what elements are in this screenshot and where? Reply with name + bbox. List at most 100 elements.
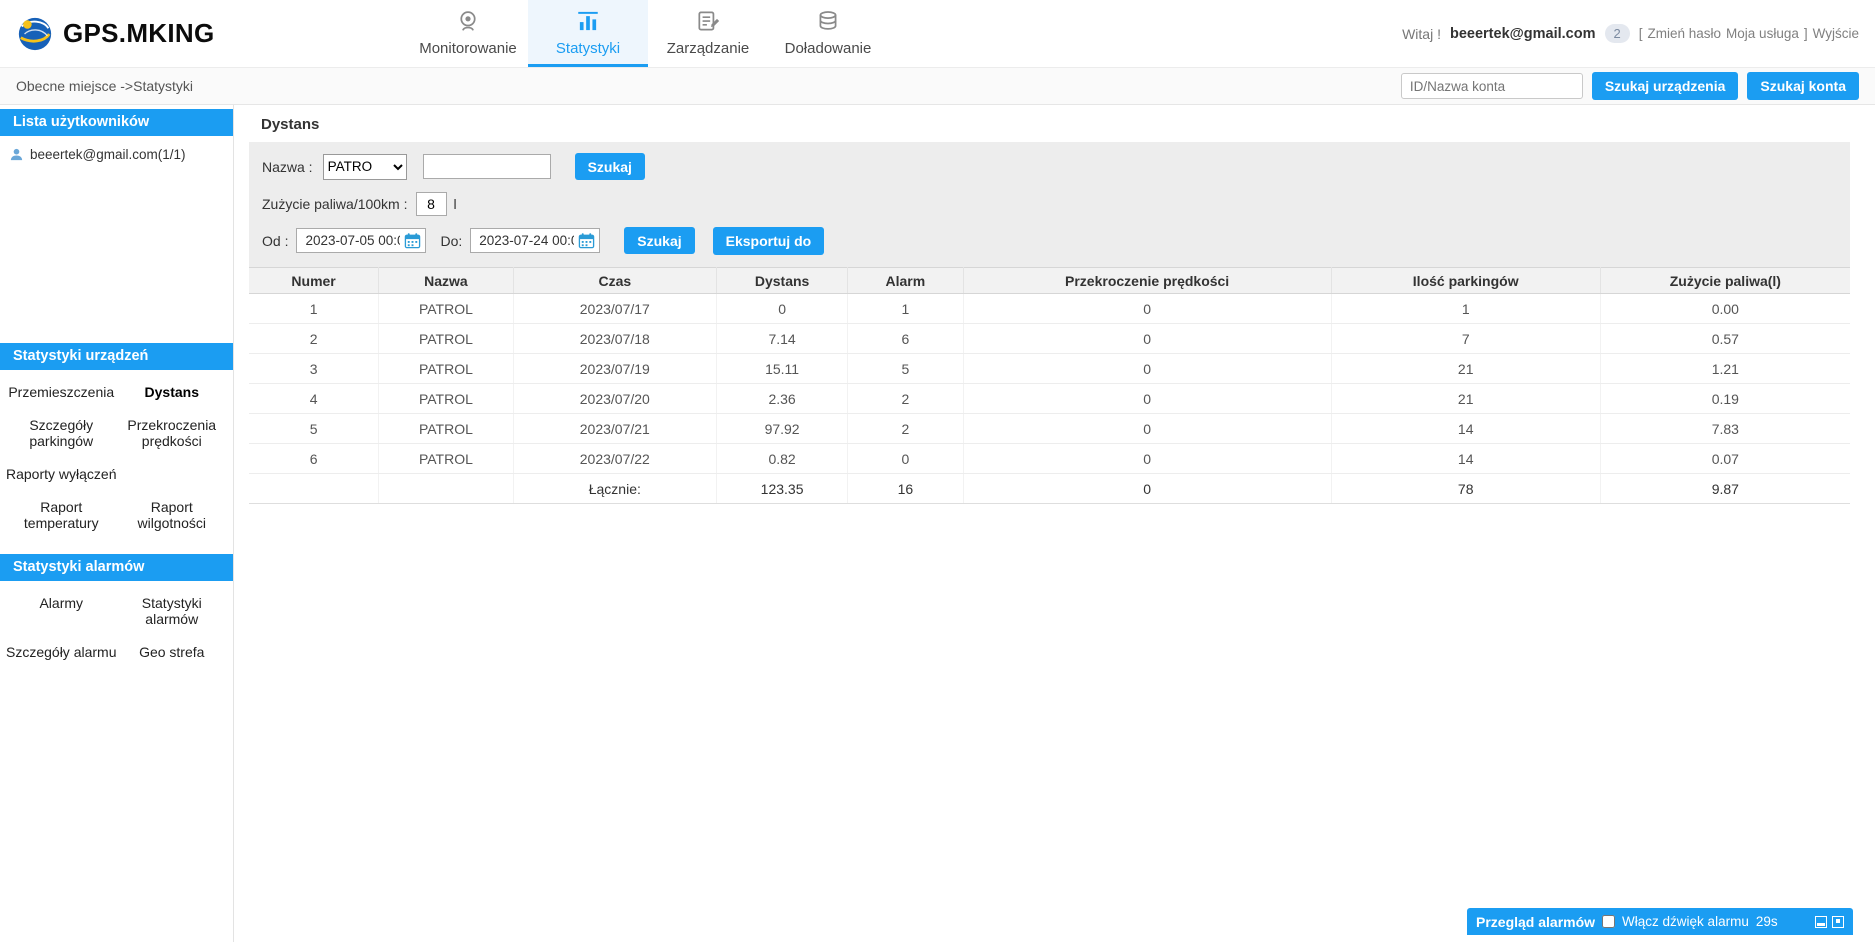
table-cell: 7.14 bbox=[716, 324, 847, 354]
table-total-row: Łącznie: 123.35 16 0 78 9.87 bbox=[249, 474, 1850, 504]
to-date-wrap bbox=[470, 228, 600, 253]
table-cell: 97.92 bbox=[716, 414, 847, 444]
table-cell: 4 bbox=[249, 384, 379, 414]
table-cell: 2023/07/18 bbox=[513, 324, 716, 354]
users-section-header: Lista użytkowników bbox=[0, 109, 233, 136]
table-cell: 21 bbox=[1331, 384, 1600, 414]
bracket-close: ] bbox=[1804, 26, 1808, 41]
table-cell: PATROL bbox=[379, 384, 513, 414]
date-search-button[interactable]: Szukaj bbox=[624, 227, 694, 254]
alarm-stats-section-header: Statystyki alarmów bbox=[0, 554, 233, 581]
sidebar-item-alarmy[interactable]: Alarmy bbox=[6, 595, 117, 627]
account-search-input[interactable] bbox=[1401, 73, 1583, 99]
sidebar-item-przemieszczenia[interactable]: Przemieszczenia bbox=[6, 384, 117, 400]
tab-monitorowanie[interactable]: Monitorowanie bbox=[408, 0, 528, 67]
total-label: Łącznie: bbox=[513, 474, 716, 504]
export-button[interactable]: Eksportuj do bbox=[713, 227, 825, 255]
fuel-consumption-input[interactable] bbox=[416, 192, 447, 216]
name-label: Nazwa : bbox=[262, 159, 313, 175]
fuel-label: Zużycie paliwa/100km : bbox=[262, 196, 408, 212]
user-list-item-label: beeertek@gmail.com(1/1) bbox=[30, 147, 186, 162]
table-cell: PATROL bbox=[379, 444, 513, 474]
table-cell: 21 bbox=[1331, 354, 1600, 384]
management-icon bbox=[695, 8, 721, 34]
table-cell: 2.36 bbox=[716, 384, 847, 414]
logout-link[interactable]: Wyjście bbox=[1813, 26, 1859, 41]
message-count-badge[interactable]: 2 bbox=[1605, 24, 1630, 43]
sidebar-item-raport-temperatury[interactable]: Raport temperatury bbox=[6, 499, 117, 531]
sidebar-item-raporty-wylaczen[interactable]: Raporty wyłączeń bbox=[6, 466, 117, 482]
calendar-icon[interactable] bbox=[578, 232, 595, 249]
distance-table: Numer Nazwa Czas Dystans Alarm Przekrocz… bbox=[249, 267, 1850, 504]
table-cell: 5 bbox=[249, 414, 379, 444]
table-cell: 2023/07/21 bbox=[513, 414, 716, 444]
table-cell: 0.00 bbox=[1600, 294, 1850, 324]
table-cell: 2023/07/20 bbox=[513, 384, 716, 414]
filter-panel: Nazwa : PATRO Szukaj Zużycie paliwa/100k… bbox=[249, 142, 1850, 267]
table-cell: 0 bbox=[716, 294, 847, 324]
name-search-input[interactable] bbox=[423, 154, 551, 179]
minimize-icon[interactable] bbox=[1815, 916, 1827, 928]
sidebar-item-geo-strefa[interactable]: Geo strefa bbox=[117, 644, 228, 660]
tab-label: Zarządzanie bbox=[667, 40, 750, 57]
tab-doladowanie[interactable]: Doładowanie bbox=[768, 0, 888, 67]
alarm-sound-checkbox[interactable] bbox=[1602, 915, 1615, 928]
table-cell: 2023/07/19 bbox=[513, 354, 716, 384]
fuel-unit-label: l bbox=[454, 196, 457, 212]
sidebar: Lista użytkowników beeertek@gmail.com(1/… bbox=[0, 105, 234, 942]
table-cell: 1.21 bbox=[1600, 354, 1850, 384]
table-cell: PATROL bbox=[379, 354, 513, 384]
page: GPS.MKING Monitorowanie Statystyki bbox=[0, 0, 1875, 942]
table-cell: PATROL bbox=[379, 324, 513, 354]
table-cell: 2023/07/22 bbox=[513, 444, 716, 474]
alarm-bar: Przegląd alarmów Włącz dźwięk alarmu 29s bbox=[1467, 908, 1853, 935]
my-service-link[interactable]: Moja usługa bbox=[1726, 26, 1799, 41]
table-cell: 2023/07/17 bbox=[513, 294, 716, 324]
table-cell: 16 bbox=[848, 474, 963, 504]
table-cell: 0 bbox=[963, 324, 1331, 354]
alarm-bar-controls bbox=[1815, 916, 1844, 928]
user-email: beeertek@gmail.com bbox=[1450, 26, 1596, 42]
device-stats-nav: Przemieszczenia Dystans Szczegóły parkin… bbox=[0, 370, 233, 546]
column-header-czas: Czas bbox=[513, 268, 716, 294]
tab-label: Doładowanie bbox=[785, 40, 872, 57]
search-account-button[interactable]: Szukaj konta bbox=[1747, 72, 1859, 100]
table-cell: 7 bbox=[1331, 324, 1600, 354]
tab-zarzadzanie[interactable]: Zarządzanie bbox=[648, 0, 768, 67]
table-row: 6 PATROL 2023/07/22 0.82 0 0 14 0.07 bbox=[249, 444, 1850, 474]
table-cell: PATROL bbox=[379, 414, 513, 444]
sidebar-item-raport-wilgotnosci[interactable]: Raport wilgotności bbox=[117, 499, 228, 531]
from-label: Od : bbox=[262, 233, 288, 249]
table-cell: 5 bbox=[848, 354, 963, 384]
bracket-open: [ bbox=[1639, 26, 1643, 41]
alarm-review-link[interactable]: Przegląd alarmów bbox=[1476, 914, 1595, 930]
popup-icon[interactable] bbox=[1832, 916, 1844, 928]
sidebar-item-szczegoly-alarmu[interactable]: Szczegóły alarmu bbox=[6, 644, 117, 660]
table-cell bbox=[249, 474, 379, 504]
monitor-icon bbox=[455, 8, 481, 34]
change-password-link[interactable]: Zmień hasło bbox=[1648, 26, 1722, 41]
filter-row-dates: Od : bbox=[262, 222, 1850, 259]
account-search: Szukaj urządzenia Szukaj konta bbox=[1401, 72, 1859, 100]
name-select[interactable]: PATRO bbox=[323, 154, 407, 180]
sidebar-item-szczegoly-parkingow[interactable]: Szczegóły parkingów bbox=[6, 417, 117, 449]
column-header-dystans: Dystans bbox=[716, 268, 847, 294]
name-search-button[interactable]: Szukaj bbox=[575, 153, 645, 180]
sidebar-item-przekroczenia-predkosci[interactable]: Przekroczenia prędkości bbox=[117, 417, 228, 449]
search-device-button[interactable]: Szukaj urządzenia bbox=[1592, 72, 1739, 100]
tab-statystyki[interactable]: Statystyki bbox=[528, 0, 648, 67]
breadcrumb: Obecne miejsce ->Statystyki bbox=[16, 78, 193, 94]
table-cell: 9.87 bbox=[1600, 474, 1850, 504]
table-cell: 0 bbox=[963, 474, 1331, 504]
sidebar-item-statystyki-alarmow[interactable]: Statystyki alarmów bbox=[117, 595, 228, 627]
table-row: 4 PATROL 2023/07/20 2.36 2 0 21 0.19 bbox=[249, 384, 1850, 414]
table-cell: 0.82 bbox=[716, 444, 847, 474]
sidebar-item-dystans[interactable]: Dystans bbox=[117, 384, 228, 400]
table-row: 5 PATROL 2023/07/21 97.92 2 0 14 7.83 bbox=[249, 414, 1850, 444]
column-header-nazwa: Nazwa bbox=[379, 268, 513, 294]
calendar-icon[interactable] bbox=[404, 232, 421, 249]
column-header-alarm: Alarm bbox=[848, 268, 963, 294]
content: Lista użytkowników beeertek@gmail.com(1/… bbox=[0, 105, 1875, 942]
user-list-item[interactable]: beeertek@gmail.com(1/1) bbox=[9, 147, 224, 162]
table-cell: 0.19 bbox=[1600, 384, 1850, 414]
